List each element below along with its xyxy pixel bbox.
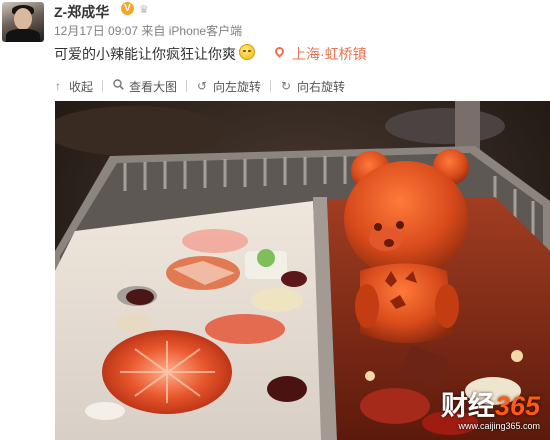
view-large-button[interactable]: 查看大图: [112, 78, 177, 95]
collapse-button[interactable]: ↑ 收起: [52, 78, 93, 95]
view-large-label: 查看大图: [129, 79, 178, 94]
rotate-left-button[interactable]: ↺ 向左旋转: [196, 78, 261, 95]
location-pin-icon: [273, 45, 286, 58]
avatar-face: [14, 8, 32, 30]
hotpot-bear-illustration: [55, 101, 550, 440]
rotate-right-label: 向右旋转: [297, 79, 346, 94]
avatar-body: [6, 29, 40, 42]
watermark-brand-cn: 财经: [440, 391, 495, 421]
image-toolbar: ↑ 收起 查看大图 ↺ 向左旋转 ↻ 向右旋转: [52, 76, 345, 96]
post-text: 可爱的小辣能让你疯狂让你爽: [54, 46, 236, 62]
toolbar-divider: [102, 80, 104, 92]
verified-badge-icon: V: [121, 2, 134, 15]
toolbar-divider: [186, 80, 188, 92]
watermark-url: www.caijing365.com: [458, 421, 540, 431]
member-crown-icon[interactable]: ♛: [139, 3, 149, 16]
collapse-label: 收起: [69, 79, 94, 94]
rotate-right-icon: ↻: [281, 79, 292, 93]
rotate-left-icon: ↺: [197, 79, 208, 93]
location-link[interactable]: 上海·虹桥镇: [292, 44, 367, 64]
user-avatar[interactable]: [2, 2, 44, 42]
rotate-left-label: 向左旋转: [213, 79, 262, 94]
watermark-brand-num: 365: [494, 391, 540, 421]
watermark-logo: 财经365: [441, 393, 540, 420]
post-meta: 12月17日 09:07 来自 iPhone客户端: [54, 24, 243, 38]
post-photo[interactable]: 财经365 www.caijing365.com: [55, 101, 550, 440]
username-link[interactable]: Z-郑成华: [54, 2, 109, 22]
arrow-up-icon: ↑: [55, 79, 61, 93]
rotate-right-button[interactable]: ↻ 向右旋转: [280, 78, 345, 95]
bear-figure: [344, 149, 469, 343]
brand-watermark: 财经365 www.caijing365.com: [441, 393, 540, 432]
search-icon: [112, 79, 124, 93]
toolbar-divider: [270, 80, 272, 92]
grin-emoji-icon: [239, 44, 255, 60]
